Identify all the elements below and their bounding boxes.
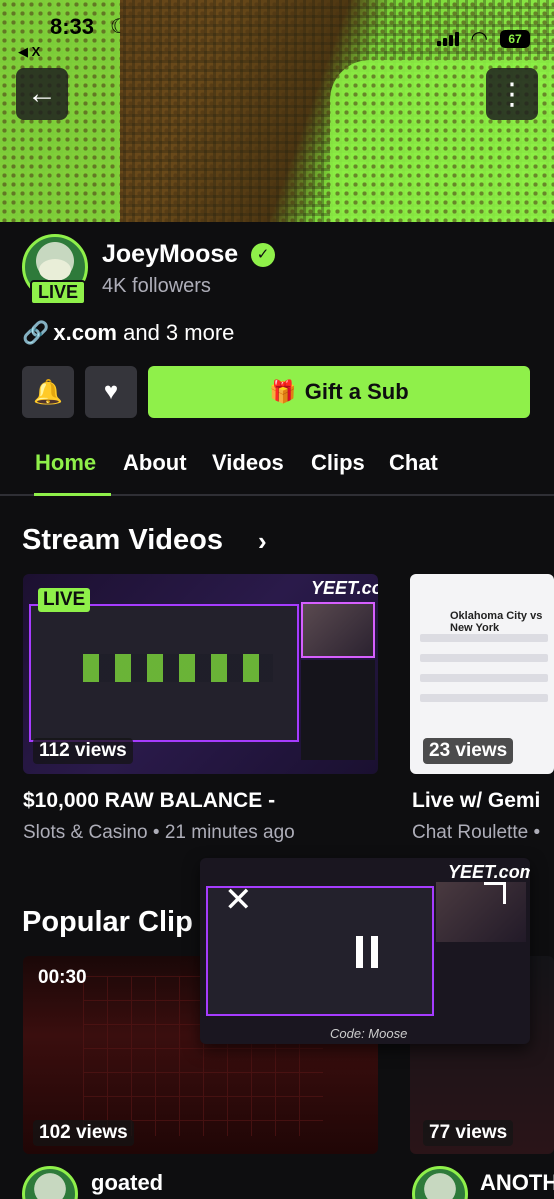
popular-clips-heading[interactable]: Popular Clip (22, 906, 193, 939)
follower-count: 4K followers (102, 275, 211, 297)
arrow-left-icon: ← (27, 77, 57, 110)
clip-channel-avatar[interactable] (412, 1166, 468, 1199)
video-meta: Slots & Casino • 21 minutes ago (23, 822, 295, 843)
channel-name: JoeyMoose (102, 240, 239, 268)
view-count: 23 views (423, 738, 514, 764)
signal-icon (436, 31, 459, 46)
status-time: 8:33 (50, 14, 95, 39)
clip-channel-name[interactable]: ANOTH (480, 1170, 554, 1196)
view-count: 102 views (33, 1120, 134, 1146)
heart-icon: ♥ (103, 378, 119, 405)
clip-duration: 00:30 (38, 967, 87, 988)
video-meta: Chat Roulette • (412, 822, 541, 843)
link-icon: 🔗 (22, 320, 50, 345)
status-bar: 8:33 ☾ ◀ X ◠ 67 (0, 0, 554, 60)
back-button[interactable]: ← (16, 68, 68, 120)
battery-icon: 67 (500, 29, 530, 48)
live-badge: LIVE (30, 280, 87, 305)
tab-chat[interactable]: Chat (389, 450, 438, 476)
pip-brand: YEET.com (448, 862, 530, 882)
gift-sub-label: Gift a Sub (304, 379, 409, 404)
video-title[interactable]: Live w/ Gemi (412, 789, 540, 813)
pip-footer: Code: Moose (330, 1026, 408, 1041)
back-to-app[interactable]: ◀ X (18, 44, 40, 60)
tab-videos[interactable]: Videos (212, 450, 284, 476)
follow-button[interactable]: ♥ (85, 366, 137, 418)
gift-sub-button[interactable]: 🎁 Gift a Sub (148, 366, 530, 418)
link-domain: x.com (53, 320, 117, 345)
social-links[interactable]: 🔗 x.com and 3 more (22, 320, 234, 346)
verified-check-icon: ✓ (251, 243, 275, 267)
video-title[interactable]: $10,000 RAW BALANCE - (23, 789, 275, 813)
view-count: 77 views (423, 1120, 514, 1146)
gift-icon: 🎁 (269, 379, 297, 404)
channel-tabs: Home About Videos Clips Chat (0, 440, 554, 496)
thumb-brand: YEET.com (311, 578, 378, 598)
live-tag: LIVE (38, 588, 91, 612)
picture-in-picture-player[interactable]: YEET.com ✕ Code: Moose (200, 858, 530, 1044)
chevron-right-icon[interactable]: › (258, 526, 267, 557)
view-count: 112 views (33, 738, 133, 764)
wifi-icon: ◠ (470, 28, 488, 50)
active-tab-indicator (34, 493, 111, 496)
bell-icon: 🔔 (33, 378, 63, 406)
clip-channel-name[interactable]: goated (91, 1170, 163, 1196)
pause-icon[interactable] (356, 936, 378, 968)
notifications-button[interactable]: 🔔 (22, 366, 74, 418)
more-options-button[interactable]: ⋮ (486, 68, 538, 120)
moon-icon: ☾ (110, 16, 128, 38)
tab-about[interactable]: About (123, 450, 187, 476)
links-more-label: and 3 more (117, 320, 235, 345)
thumb-heading: Oklahoma City vs New York (450, 610, 543, 634)
tab-home[interactable]: Home (35, 450, 96, 476)
vertical-dots-icon: ⋮ (497, 77, 527, 111)
clip-channel-avatar[interactable] (22, 1166, 78, 1199)
tab-clips[interactable]: Clips (311, 450, 365, 476)
expand-icon[interactable] (484, 882, 506, 904)
stream-videos-heading[interactable]: Stream Videos (22, 524, 223, 557)
close-icon[interactable]: ✕ (224, 880, 253, 920)
